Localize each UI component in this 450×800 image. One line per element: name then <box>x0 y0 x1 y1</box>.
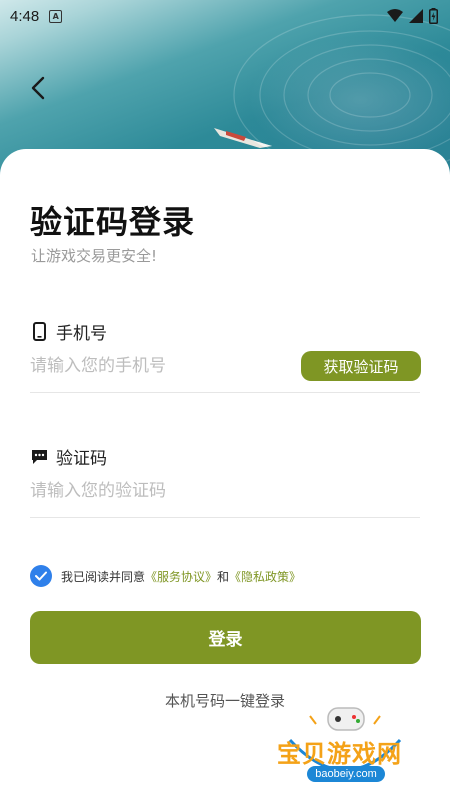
message-icon <box>30 447 48 467</box>
agreement-row: 我已阅读并同意《服务协议》和《隐私政策》 <box>30 565 301 587</box>
wifi-icon <box>387 9 403 22</box>
watermark-text: 宝贝游戏网 <box>277 740 402 768</box>
phone-icon <box>30 322 48 342</box>
agreement-checkbox[interactable] <box>30 565 52 587</box>
code-label-text: 验证码 <box>56 449 107 469</box>
status-bar: 4:48 A <box>0 0 450 32</box>
boat-image <box>214 128 272 148</box>
chevron-left-icon <box>31 76 45 100</box>
privacy-policy-link[interactable]: 《隐私政策》 <box>229 570 301 584</box>
back-button[interactable] <box>24 74 52 102</box>
watermark-url: baobeiy.com <box>307 766 385 782</box>
a-app-icon: A <box>49 9 63 23</box>
checkmark-icon <box>35 571 47 581</box>
phone-input[interactable] <box>30 346 290 386</box>
signal-icon <box>409 9 423 23</box>
phone-field-label: 手机号 <box>30 319 107 344</box>
code-input[interactable] <box>30 471 420 511</box>
phone-divider <box>30 392 420 393</box>
page-title: 验证码登录 <box>30 203 196 241</box>
status-icons <box>387 8 438 24</box>
agreement-prefix: 我已阅读并同意 <box>61 569 146 584</box>
agreement-and: 和 <box>217 569 230 584</box>
code-divider <box>30 517 420 518</box>
service-agreement-link[interactable]: 《服务协议》 <box>145 570 217 584</box>
page-subtitle: 让游戏交易更安全! <box>31 247 158 265</box>
get-code-button[interactable]: 获取验证码 <box>301 351 421 381</box>
battery-icon <box>429 8 438 24</box>
phone-label-text: 手机号 <box>56 324 107 344</box>
code-field-label: 验证码 <box>30 444 107 469</box>
login-button[interactable]: 登录 <box>30 611 421 664</box>
status-time: 4:48 <box>10 7 40 25</box>
